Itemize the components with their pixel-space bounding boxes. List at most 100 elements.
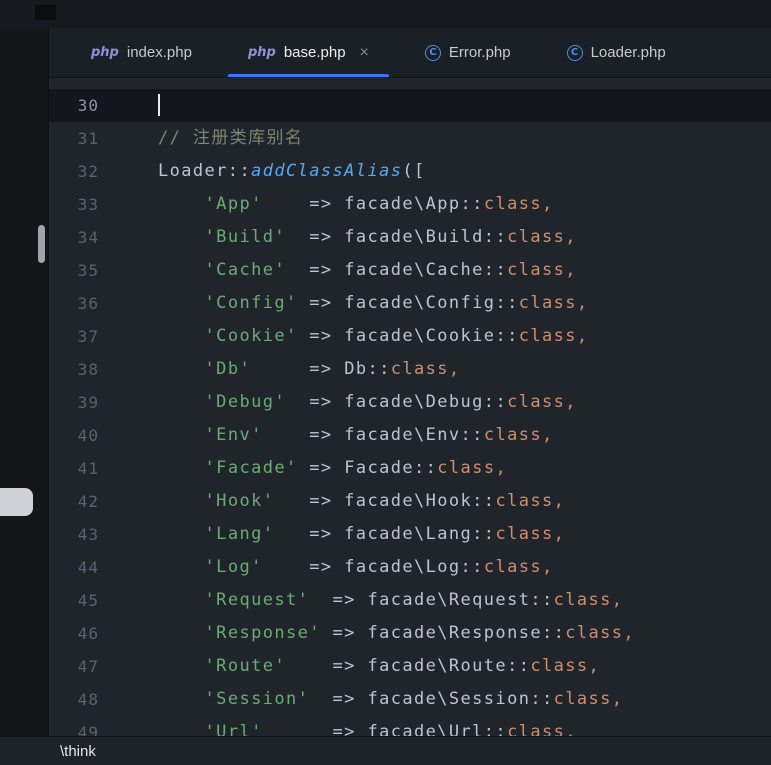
scrollbar-thumb[interactable]: [38, 225, 45, 263]
tab-label: index.php: [127, 44, 192, 61]
line-number[interactable]: 42: [49, 485, 99, 518]
code-line[interactable]: 36 'Config' => facade\Config::class,: [49, 287, 771, 320]
code-text[interactable]: 'Hook' => facade\Hook::class,: [99, 485, 565, 518]
token-kw: class,: [554, 590, 624, 610]
tab-index.php[interactable]: php index.php: [67, 28, 216, 77]
tab-base.php[interactable]: phpbase.php×: [224, 28, 393, 77]
token-plain: facade\Hook::: [344, 491, 495, 511]
code-line[interactable]: 43 'Lang' => facade\Lang::class,: [49, 518, 771, 551]
code-text[interactable]: 'Route' => facade\Route::class,: [99, 650, 600, 683]
line-number[interactable]: 44: [49, 551, 99, 584]
token-plain: [158, 359, 205, 379]
token-plain: [158, 458, 205, 478]
code-text[interactable]: 'Session' => facade\Session::class,: [99, 683, 623, 716]
tab-Error.php[interactable]: CError.php: [401, 28, 535, 77]
code-line[interactable]: 34 'Build' => facade\Build::class,: [49, 221, 771, 254]
code-text[interactable]: 'Lang' => facade\Lang::class,: [99, 518, 565, 551]
code-line[interactable]: 33 'App' => facade\App::class,: [49, 188, 771, 221]
code-text[interactable]: 'Config' => facade\Config::class,: [99, 287, 589, 320]
code-line[interactable]: 32Loader::addClassAlias([: [49, 155, 771, 188]
code-line[interactable]: 31// 注册类库别名: [49, 122, 771, 155]
code-text[interactable]: 'Env' => facade\Env::class,: [99, 419, 554, 452]
token-kw: class,: [530, 656, 600, 676]
code-text[interactable]: 'Cache' => facade\Cache::class,: [99, 254, 577, 287]
line-number[interactable]: 46: [49, 617, 99, 650]
token-plain: =>: [251, 359, 344, 379]
line-number[interactable]: 33: [49, 188, 99, 221]
code-text[interactable]: // 注册类库别名: [99, 122, 303, 155]
token-plain: [158, 194, 205, 214]
token-plain: facade\Route::: [367, 656, 530, 676]
main-area: phpindex.phpphpbase.php×CError.phpCLoade…: [0, 28, 771, 736]
code-line[interactable]: 44 'Log' => facade\Log::class,: [49, 551, 771, 584]
token-plain: [158, 722, 205, 736]
php-file-icon: php: [248, 45, 276, 60]
tool-window-handle[interactable]: [0, 488, 33, 516]
code-line[interactable]: 41 'Facade' => Facade::class,: [49, 452, 771, 485]
code-line[interactable]: 45 'Request' => facade\Request::class,: [49, 584, 771, 617]
line-number[interactable]: 34: [49, 221, 99, 254]
code-line[interactable]: 40 'Env' => facade\Env::class,: [49, 419, 771, 452]
code-text[interactable]: [99, 89, 160, 122]
code-editor[interactable]: 3031// 注册类库别名32Loader::addClassAlias([33…: [49, 78, 771, 736]
line-number[interactable]: 47: [49, 650, 99, 683]
token-plain: [158, 590, 205, 610]
token-str: 'Session': [205, 689, 310, 709]
line-number[interactable]: 38: [49, 353, 99, 386]
line-number[interactable]: 35: [49, 254, 99, 287]
line-number[interactable]: 41: [49, 452, 99, 485]
code-line[interactable]: 49 'Url' => facade\Url::class,: [49, 716, 771, 736]
line-number[interactable]: 31: [49, 122, 99, 155]
token-plain: facade\Build::: [344, 227, 507, 247]
line-number[interactable]: 30: [49, 89, 99, 122]
code-text[interactable]: 'Response' => facade\Response::class,: [99, 617, 635, 650]
code-line[interactable]: 37 'Cookie' => facade\Cookie::class,: [49, 320, 771, 353]
code-line[interactable]: 38 'Db' => Db::class,: [49, 353, 771, 386]
menu-icon[interactable]: [35, 5, 56, 20]
code-line[interactable]: 47 'Route' => facade\Route::class,: [49, 650, 771, 683]
line-number[interactable]: 43: [49, 518, 99, 551]
code-text[interactable]: 'Cookie' => facade\Cookie::class,: [99, 320, 589, 353]
code-line[interactable]: 35 'Cache' => facade\Cache::class,: [49, 254, 771, 287]
line-number[interactable]: 32: [49, 155, 99, 188]
code-line[interactable]: 39 'Debug' => facade\Debug::class,: [49, 386, 771, 419]
token-kw: class,: [554, 689, 624, 709]
line-number[interactable]: 37: [49, 320, 99, 353]
token-plain: [158, 524, 205, 544]
token-kw: class,: [495, 491, 565, 511]
php-file-icon: php: [91, 45, 119, 60]
token-plain: facade\Debug::: [344, 392, 507, 412]
code-text[interactable]: 'Facade' => Facade::class,: [99, 452, 507, 485]
line-number[interactable]: 36: [49, 287, 99, 320]
code-text[interactable]: 'Build' => facade\Build::class,: [99, 221, 577, 254]
class-file-icon: C: [425, 45, 441, 61]
code-text[interactable]: 'Log' => facade\Log::class,: [99, 551, 554, 584]
token-kw: class,: [484, 425, 554, 445]
token-str: 'Lang': [205, 524, 275, 544]
code-text[interactable]: 'Debug' => facade\Debug::class,: [99, 386, 577, 419]
code-line[interactable]: 46 'Response' => facade\Response::class,: [49, 617, 771, 650]
token-plain: =>: [298, 326, 345, 346]
line-number[interactable]: 40: [49, 419, 99, 452]
code-text[interactable]: 'Request' => facade\Request::class,: [99, 584, 623, 617]
line-number[interactable]: 48: [49, 683, 99, 716]
token-kw: class,: [437, 458, 507, 478]
code-text[interactable]: 'Db' => Db::class,: [99, 353, 461, 386]
line-number[interactable]: 39: [49, 386, 99, 419]
code-text[interactable]: 'App' => facade\App::class,: [99, 188, 554, 221]
breadcrumb[interactable]: \think: [60, 743, 96, 760]
close-tab-icon[interactable]: ×: [360, 45, 369, 61]
token-plain: =>: [274, 491, 344, 511]
code-line[interactable]: 42 'Hook' => facade\Hook::class,: [49, 485, 771, 518]
line-number[interactable]: 49: [49, 716, 99, 736]
code-text[interactable]: Loader::addClassAlias([: [99, 155, 426, 188]
code-line[interactable]: 30: [49, 89, 771, 122]
line-number[interactable]: 45: [49, 584, 99, 617]
tab-Loader.php[interactable]: CLoader.php: [543, 28, 690, 77]
code-line[interactable]: 48 'Session' => facade\Session::class,: [49, 683, 771, 716]
code-text[interactable]: 'Url' => facade\Url::class,: [99, 716, 577, 736]
ide-window: phpindex.phpphpbase.php×CError.phpCLoade…: [0, 0, 771, 765]
token-plain: facade\Cache::: [344, 260, 507, 280]
token-str: 'App': [205, 194, 263, 214]
editor-pane: phpindex.phpphpbase.php×CError.phpCLoade…: [49, 28, 771, 736]
